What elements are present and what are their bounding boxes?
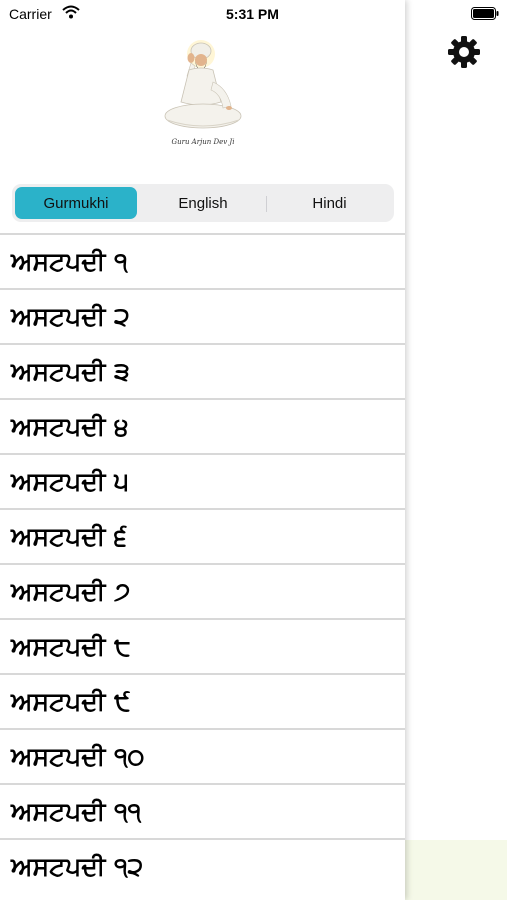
list-item[interactable]: ਅਸਟਪਦੀ ੭: [0, 563, 405, 618]
wifi-icon: [62, 5, 80, 19]
list-item[interactable]: ਅਸਟਪਦੀ ੩: [0, 343, 405, 398]
list-item-label: ਅਸਟਪਦੀ ੬: [11, 521, 127, 551]
list-item-label: ਅਸਟਪਦੀ ੨: [11, 301, 130, 331]
list-item[interactable]: ਅਸਟਪਦੀ ੧: [0, 233, 405, 288]
list-item-label: ਅਸਟਪਦੀ ੩: [11, 356, 130, 386]
list-item[interactable]: ਅਸਟਪਦੀ ੧੦: [0, 728, 405, 783]
list-item[interactable]: ਅਸਟਪਦੀ ੬: [0, 508, 405, 563]
list-item-label: ਅਸਟਪਦੀ ੯: [11, 686, 131, 716]
segment-hindi[interactable]: Hindi: [268, 187, 391, 219]
list-item-label: ਅਸਟਪਦੀ ੧੧: [11, 796, 142, 826]
list-item-label: ਅਸਟਪਦੀ ੮: [11, 631, 131, 661]
battery-icon: [471, 7, 499, 20]
list-item[interactable]: ਅਸਟਪਦੀ ੮: [0, 618, 405, 673]
segment-english[interactable]: English: [140, 187, 266, 219]
ashtapadi-list: ਅਸਟਪਦੀ ੧ ਅਸਟਪਦੀ ੨ ਅਸਟਪਦੀ ੩ ਅਸਟਪਦੀ ੪ ਅਸਟਪ…: [0, 233, 405, 893]
list-item-label: ਅਸਟਪਦੀ ੧੨: [11, 851, 144, 881]
status-time: 5:31 PM: [226, 6, 279, 22]
gear-icon[interactable]: [446, 34, 482, 70]
list-item[interactable]: ਅਸਟਪਦੀ ੧੧: [0, 783, 405, 838]
list-item-label: ਅਸਟਪਦੀ ੫: [11, 466, 129, 496]
main-content-footer: [405, 840, 507, 900]
side-drawer: Guru Arjun Dev Ji Gurmukhi English Hindi…: [0, 0, 405, 900]
list-item[interactable]: ਅਸਟਪਦੀ ੨: [0, 288, 405, 343]
list-item[interactable]: ਅਸਟਪਦੀ ੪: [0, 398, 405, 453]
list-item[interactable]: ਅਸਟਪਦੀ ੧੨: [0, 838, 405, 893]
carrier-label: Carrier: [9, 6, 52, 22]
list-item-label: ਅਸਟਪਦੀ ੪: [11, 411, 129, 441]
list-item-label: ਅਸਟਪਦੀ ੧੦: [11, 741, 145, 771]
segment-divider: [266, 196, 267, 212]
guru-portrait-logo: [153, 36, 253, 154]
segment-gurmukhi[interactable]: Gurmukhi: [15, 187, 137, 219]
list-item[interactable]: ਅਸਟਪਦੀ ੫: [0, 453, 405, 508]
status-bar: Carrier 5:31 PM: [0, 0, 507, 28]
list-item[interactable]: ਅਸਟਪਦੀ ੯: [0, 673, 405, 728]
logo-caption: Guru Arjun Dev Ji: [171, 138, 235, 146]
list-item-label: ਅਸਟਪਦੀ ੧: [11, 246, 128, 276]
language-segmented-control: Gurmukhi English Hindi: [12, 184, 394, 222]
main-content-background: [405, 0, 507, 900]
list-item-label: ਅਸਟਪਦੀ ੭: [11, 576, 131, 606]
